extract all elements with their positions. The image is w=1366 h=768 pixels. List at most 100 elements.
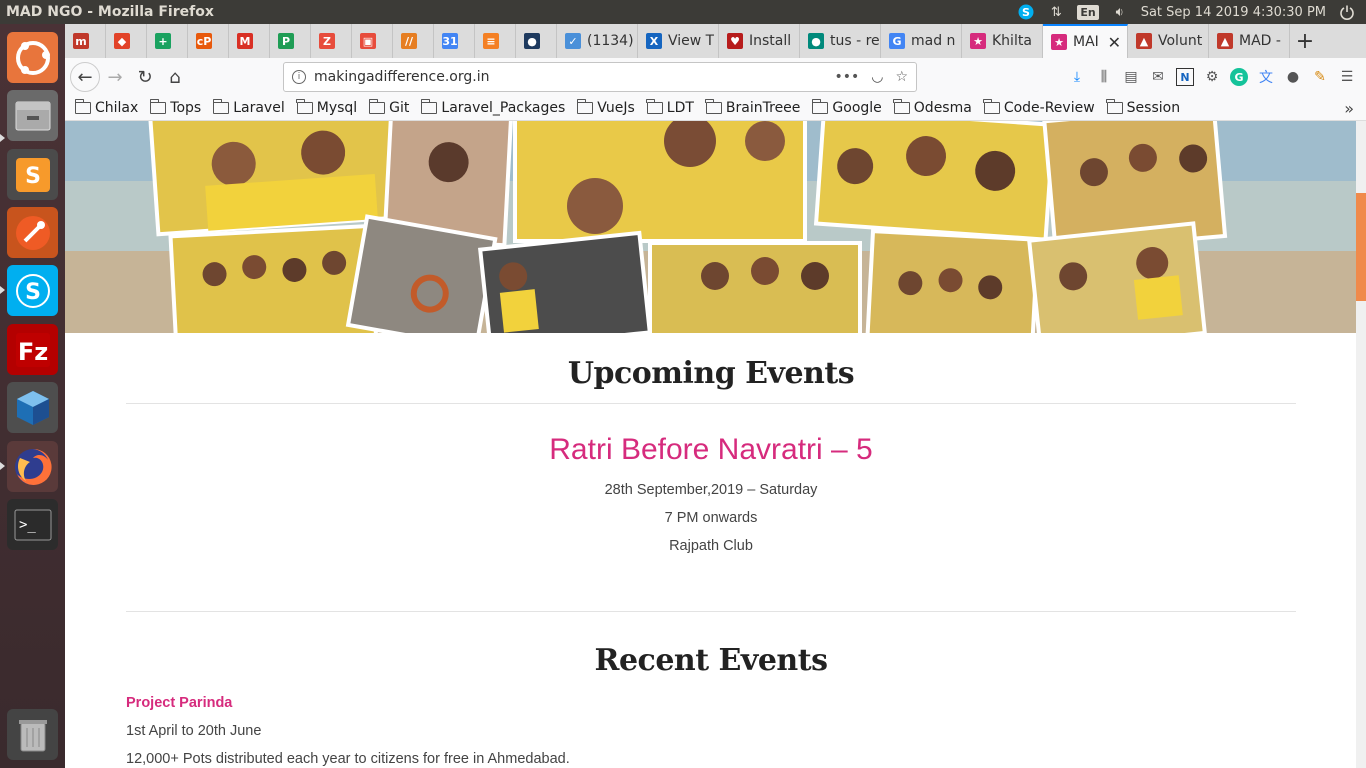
tab[interactable]: m <box>65 24 106 58</box>
downloads-icon[interactable]: ⤓ <box>1068 68 1086 86</box>
mail-extension-icon[interactable]: ✉ <box>1149 68 1167 86</box>
trash-icon[interactable] <box>7 709 58 760</box>
bookmark-label: Chilax <box>95 100 139 116</box>
navigation-toolbar: ← → ↻ ⌂ i makingadifference.org.in ••• ◡… <box>65 58 1366 96</box>
launcher: S S Fz >_ <box>0 24 65 768</box>
sublime-text-icon[interactable]: S <box>7 149 58 200</box>
bookmark-folder[interactable]: Laravel_Packages <box>420 99 565 116</box>
tab[interactable]: + <box>147 24 188 58</box>
page-scrollbar[interactable] <box>1356 121 1366 768</box>
tab[interactable]: ● <box>516 24 557 58</box>
url-bar[interactable]: i makingadifference.org.in ••• ◡ ☆ <box>283 62 917 92</box>
tab[interactable]: cP <box>188 24 229 58</box>
bookmark-folder[interactable]: Tops <box>149 99 202 116</box>
skype-tray-icon[interactable]: S <box>1017 3 1035 21</box>
recent-event-title[interactable]: Project Parinda <box>126 695 232 711</box>
collage-photo <box>345 214 498 333</box>
virtualbox-icon[interactable] <box>7 382 58 433</box>
pocket-icon[interactable]: ◡ <box>871 69 883 85</box>
tab[interactable]: ≡ <box>475 24 516 58</box>
tab[interactable]: ▲ MAD - <box>1209 24 1290 58</box>
tab[interactable]: ▣ <box>352 24 393 58</box>
volume-icon[interactable]: 🔉︎ <box>1111 3 1129 21</box>
files-icon[interactable] <box>7 90 58 141</box>
back-button[interactable]: ← <box>70 62 100 92</box>
folder-icon <box>705 99 722 114</box>
bookmark-label: Git <box>389 100 410 116</box>
filezilla-icon[interactable]: Fz <box>7 324 58 375</box>
reload-button[interactable]: ↻ <box>130 62 160 92</box>
folder-icon <box>212 99 230 114</box>
bookmark-folder[interactable]: Laravel <box>212 99 285 116</box>
settings-extension-icon[interactable]: ⚙ <box>1203 68 1221 86</box>
tab[interactable]: ▲ Volunt <box>1128 24 1209 58</box>
tab-label: tus - re <box>830 33 880 49</box>
menu-icon[interactable]: ☰ <box>1338 68 1356 86</box>
bookmark-folder[interactable]: Session <box>1106 99 1180 116</box>
clock[interactable]: Sat Sep 14 2019 4:30:30 PM <box>1141 5 1326 20</box>
ubuntu-dash-icon[interactable] <box>7 32 58 83</box>
tab[interactable]: ◆ <box>106 24 147 58</box>
brush-extension-icon[interactable]: ✎ <box>1311 68 1329 86</box>
new-tab-button[interactable]: + <box>1290 24 1320 58</box>
bookmark-label: BrainTreee <box>725 100 801 116</box>
home-button[interactable]: ⌂ <box>160 62 190 92</box>
bookmark-label: Laravel <box>233 100 285 116</box>
postman-icon[interactable] <box>7 207 58 258</box>
web-page: Upcoming Events Ratri Before Navratri – … <box>65 121 1366 768</box>
translate-icon[interactable]: 文 <box>1257 68 1275 86</box>
bookmarks-overflow-icon[interactable]: » <box>1344 99 1354 118</box>
bookmark-label: LDT <box>666 100 694 116</box>
bookmark-folder[interactable]: BrainTreee <box>705 99 801 116</box>
folder-icon <box>893 99 910 114</box>
collage-photo <box>813 121 1056 242</box>
terminal-icon[interactable]: >_ <box>7 499 58 550</box>
window-title: MAD NGO - Mozilla Firefox <box>6 4 214 20</box>
tab[interactable]: P <box>270 24 311 58</box>
url-text[interactable]: makingadifference.org.in <box>314 69 489 85</box>
tab[interactable]: ★ Khilta <box>962 24 1043 58</box>
keyboard-lang-icon[interactable]: En <box>1077 4 1099 20</box>
firefox-icon[interactable] <box>7 441 58 492</box>
account-icon[interactable]: ● <box>1284 68 1302 86</box>
forward-button[interactable]: → <box>100 62 130 92</box>
bookmark-label: Tops <box>170 100 202 116</box>
power-icon[interactable] <box>1338 3 1356 21</box>
bookmark-folder[interactable]: Git <box>368 99 410 116</box>
library-icon[interactable]: ⫼ <box>1095 68 1113 86</box>
bookmark-label: Google <box>832 100 882 116</box>
bookmark-folder[interactable]: Odesma <box>893 99 972 116</box>
bookmark-folder[interactable]: Google <box>811 99 882 116</box>
n-extension-icon[interactable]: N <box>1176 68 1194 86</box>
skype-icon[interactable]: S <box>7 265 58 316</box>
tab[interactable]: Z <box>311 24 352 58</box>
tab[interactable]: ♥ Install <box>719 24 800 58</box>
tab-favicon-icon: Z <box>319 33 335 49</box>
tab[interactable]: // <box>393 24 434 58</box>
bookmark-star-icon[interactable]: ☆ <box>895 69 908 85</box>
tab[interactable]: M <box>229 24 270 58</box>
bookmark-folder[interactable]: Code-Review <box>983 99 1095 116</box>
bookmark-folder[interactable]: VueJs <box>576 99 635 116</box>
tab[interactable]: Gmad n <box>881 24 962 58</box>
bookmark-folder[interactable]: Mysql <box>296 99 357 116</box>
scrollbar-thumb[interactable] <box>1356 193 1366 301</box>
tab-active[interactable]: ★ MAI ✕ <box>1043 24 1128 58</box>
tab[interactable]: 31 <box>434 24 475 58</box>
bookmark-folder[interactable]: LDT <box>646 99 694 116</box>
tab[interactable]: X View T <box>638 24 719 58</box>
tab-close-icon[interactable]: ✕ <box>1108 33 1121 52</box>
tab[interactable]: ✓ (1134) <box>557 24 638 58</box>
tab-favicon-icon: ★ <box>1051 34 1067 50</box>
bookmark-folder[interactable]: Chilax <box>74 99 139 116</box>
tab-label: View T <box>668 33 715 49</box>
network-icon[interactable]: ⇅ <box>1047 3 1065 21</box>
sidebar-icon[interactable]: ▤ <box>1122 68 1140 86</box>
site-info-icon[interactable]: i <box>292 70 306 84</box>
folder-icon <box>646 99 663 114</box>
page-actions-icon[interactable]: ••• <box>834 69 859 85</box>
grammarly-icon[interactable]: G <box>1230 68 1248 86</box>
tab[interactable]: ● tus - re <box>800 24 881 58</box>
upcoming-event-title[interactable]: Ratri Before Navratri – 5 <box>126 433 1296 467</box>
collage-photo <box>168 223 379 333</box>
